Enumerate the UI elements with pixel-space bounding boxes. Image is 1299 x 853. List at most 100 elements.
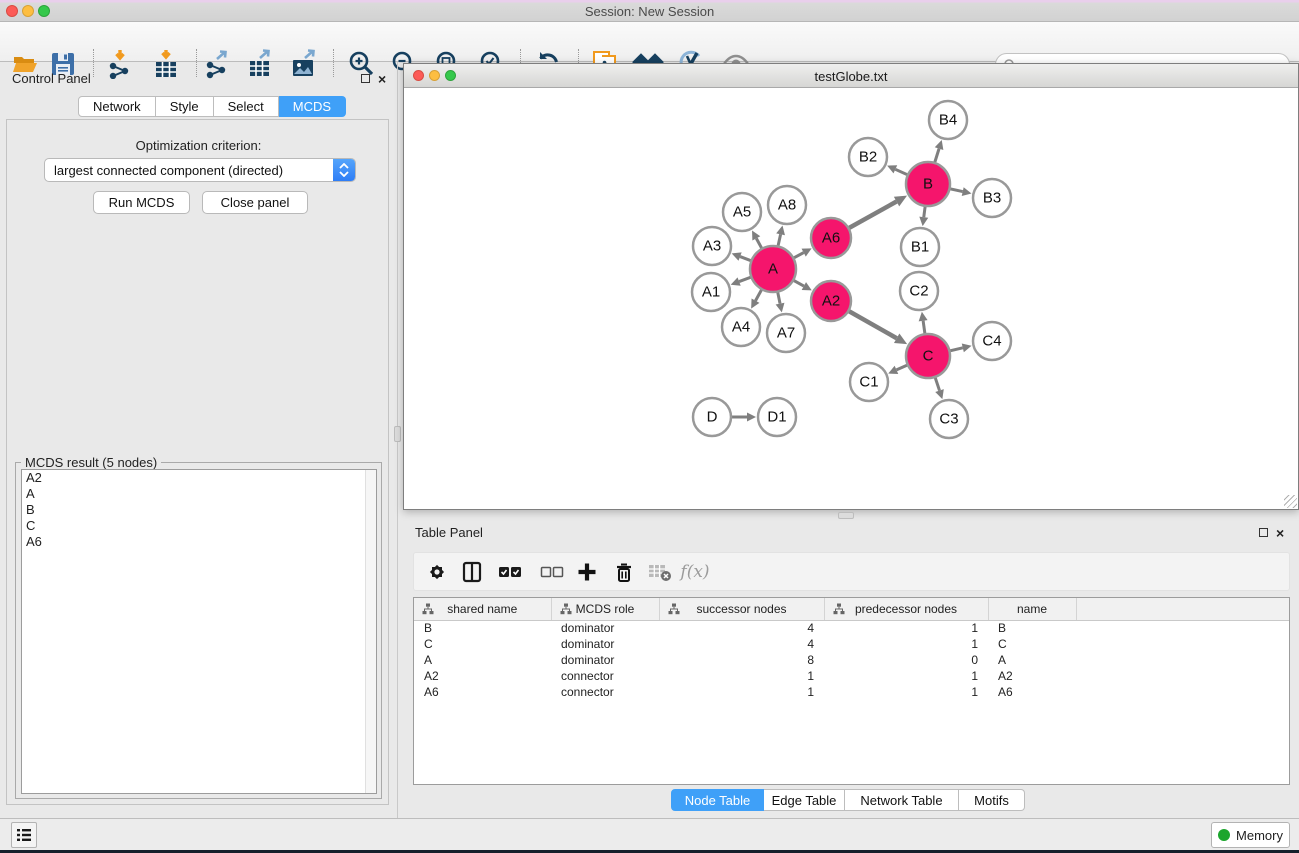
tab-network-table[interactable]: Network Table (845, 789, 959, 811)
graph-node-B4[interactable]: B4 (929, 101, 967, 139)
svg-text:A1: A1 (702, 284, 720, 301)
graph-node-A6[interactable]: A6 (811, 218, 851, 258)
close-panel-button[interactable]: Close panel (202, 191, 308, 214)
network-window-titlebar[interactable]: testGlobe.txt (404, 64, 1298, 88)
table-cell[interactable]: 1 (824, 636, 988, 652)
table-cell[interactable]: 1 (824, 668, 988, 684)
table-panel-close-icon[interactable]: × (1276, 527, 1284, 539)
tab-select[interactable]: Select (214, 96, 279, 117)
graph-node-D1[interactable]: D1 (758, 398, 796, 436)
select-all-icon[interactable] (494, 557, 526, 587)
mcds-result-list[interactable]: A2ABCA6 (21, 469, 377, 794)
column-header-successor-nodes[interactable]: successor nodes (659, 598, 824, 620)
add-column-icon[interactable] (571, 557, 603, 587)
table-cell[interactable]: 1 (659, 684, 824, 700)
graph-node-C2[interactable]: C2 (900, 272, 938, 310)
control-panel-close-icon[interactable]: × (378, 73, 386, 85)
table-cell[interactable]: A6 (414, 684, 551, 700)
table-cell[interactable]: B (414, 620, 551, 636)
graph-node-A7[interactable]: A7 (767, 314, 805, 352)
table-cell[interactable]: 1 (659, 668, 824, 684)
column-header-mcds-role[interactable]: MCDS role (551, 598, 659, 620)
table-cell[interactable]: B (988, 620, 1076, 636)
column-header-predecessor-nodes[interactable]: predecessor nodes (824, 598, 988, 620)
table-row[interactable]: Bdominator41B (414, 620, 1289, 636)
column-header-name[interactable]: name (988, 598, 1076, 620)
graph-node-C4[interactable]: C4 (973, 322, 1011, 360)
tab-mcds[interactable]: MCDS (279, 96, 346, 117)
scrollbar-track[interactable] (365, 470, 376, 793)
export-image-icon[interactable] (287, 48, 321, 80)
control-panel-float-icon[interactable] (361, 74, 370, 83)
table-row[interactable]: A6connector11A6 (414, 684, 1289, 700)
mcds-result-item[interactable]: B (22, 502, 376, 518)
table-cell[interactable]: connector (551, 684, 659, 700)
function-builder-icon[interactable]: f(x) (679, 557, 711, 587)
graph-node-A[interactable]: A (750, 246, 796, 292)
table-cell[interactable]: dominator (551, 636, 659, 652)
import-network-icon[interactable] (103, 48, 137, 80)
tab-style[interactable]: Style (156, 96, 214, 117)
table-cell[interactable]: connector (551, 668, 659, 684)
graph-node-C1[interactable]: C1 (850, 363, 888, 401)
tab-node-table[interactable]: Node Table (671, 789, 764, 811)
export-network-icon[interactable] (201, 48, 235, 80)
graph-node-B2[interactable]: B2 (849, 138, 887, 176)
list-icon (16, 828, 32, 842)
graph-node-C3[interactable]: C3 (930, 400, 968, 438)
mcds-result-item[interactable]: A6 (22, 534, 376, 550)
table-settings-gear-icon[interactable] (421, 557, 453, 587)
table-cell[interactable]: A2 (414, 668, 551, 684)
export-table-icon[interactable] (244, 48, 278, 80)
table-cell[interactable]: 4 (659, 636, 824, 652)
mcds-result-item[interactable]: C (22, 518, 376, 534)
table-cell[interactable]: A6 (988, 684, 1076, 700)
table-cell[interactable]: C (988, 636, 1076, 652)
delete-column-trash-icon[interactable] (608, 557, 640, 587)
graph-node-B3[interactable]: B3 (973, 179, 1011, 217)
table-panel-float-icon[interactable] (1259, 528, 1268, 537)
mcds-result-item[interactable]: A (22, 486, 376, 502)
table-row[interactable]: Cdominator41C (414, 636, 1289, 652)
window-resize-grip[interactable] (1284, 495, 1297, 508)
column-header-shared-name[interactable]: shared name (414, 598, 551, 620)
table-row[interactable]: Adominator80A (414, 652, 1289, 668)
import-table-icon[interactable] (149, 48, 183, 80)
graph-node-B1[interactable]: B1 (901, 228, 939, 266)
graph-node-A8[interactable]: A8 (768, 186, 806, 224)
table-cell[interactable]: A2 (988, 668, 1076, 684)
table-cell[interactable]: 1 (824, 620, 988, 636)
graph-node-A2[interactable]: A2 (811, 281, 851, 321)
graph-node-A5[interactable]: A5 (723, 193, 761, 231)
optimization-criterion-select[interactable]: largest connected component (directed) (44, 158, 356, 182)
deselect-all-icon[interactable] (536, 557, 568, 587)
table-cell[interactable]: 4 (659, 620, 824, 636)
delete-table-icon[interactable] (644, 557, 676, 587)
graph-node-A3[interactable]: A3 (693, 227, 731, 265)
table-cell[interactable]: 8 (659, 652, 824, 668)
table-cell[interactable]: A (414, 652, 551, 668)
table-cell[interactable]: 1 (824, 684, 988, 700)
graph-node-B[interactable]: B (906, 162, 950, 206)
task-history-button[interactable] (11, 822, 37, 848)
table-cell[interactable]: A (988, 652, 1076, 668)
tab-motifs[interactable]: Motifs (959, 789, 1025, 811)
memory-button[interactable]: Memory (1211, 822, 1290, 848)
table-cell[interactable]: 0 (824, 652, 988, 668)
run-mcds-button[interactable]: Run MCDS (93, 191, 190, 214)
mcds-result-item[interactable]: A2 (22, 470, 376, 486)
table-cell[interactable]: dominator (551, 652, 659, 668)
panel-divider-grip[interactable] (394, 426, 401, 442)
graph-node-A4[interactable]: A4 (722, 308, 760, 346)
graph-node-C[interactable]: C (906, 334, 950, 378)
graph-node-A1[interactable]: A1 (692, 273, 730, 311)
tab-edge-table[interactable]: Edge Table (764, 789, 845, 811)
table-row[interactable]: A2connector11A2 (414, 668, 1289, 684)
table-cell[interactable]: C (414, 636, 551, 652)
network-canvas[interactable]: B4 B2 B B3 A5A8A6 A3 B1 A A1 C2 A2 A4A7 C4 C C1 C3 D D1 (404, 88, 1298, 509)
table-panel-divider-grip[interactable] (838, 512, 854, 519)
tab-network[interactable]: Network (78, 96, 156, 117)
graph-node-D[interactable]: D (693, 398, 731, 436)
select-columns-icon[interactable] (456, 557, 488, 587)
table-cell[interactable]: dominator (551, 620, 659, 636)
